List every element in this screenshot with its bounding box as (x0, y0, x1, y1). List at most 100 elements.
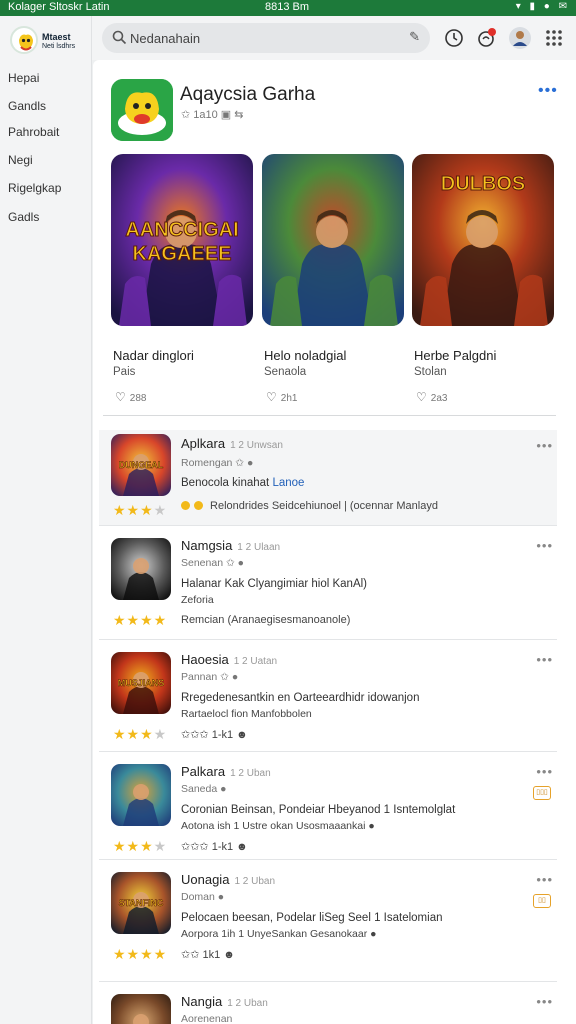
list-item-title[interactable]: Uonagia 1 2 Uban (181, 872, 275, 887)
sidebar-item-categories[interactable]: Rigelgkap (8, 181, 61, 195)
section-divider (103, 415, 556, 416)
list-item[interactable]: STANFINC Uonagia 1 2 Uban Doman ● Pelocae… (99, 860, 557, 982)
list-item-title[interactable]: Palkara 1 2 Uban (181, 764, 271, 779)
sidebar-item-cards[interactable]: Gadls (8, 210, 39, 224)
heart-icon: ♡ (416, 390, 427, 404)
list-item-category: Saneda ● (181, 783, 227, 795)
card-title[interactable]: Nadar dinglori (113, 348, 194, 363)
coin-icon (181, 501, 190, 510)
top-bar: Nedanahain ✎ (92, 16, 576, 60)
list-item-link[interactable]: Lanoe (272, 477, 304, 489)
logo-text: Mtaest Neti lsdhrs (42, 32, 76, 50)
clock-icon[interactable] (442, 26, 466, 50)
list-item[interactable]: Nangia 1 2 Uban Aorenenan ••• (99, 982, 557, 1024)
list-item-icon[interactable]: MUSJIANS (111, 652, 171, 714)
avatar[interactable] (508, 26, 532, 50)
list-item-category: Aorenenan (181, 1013, 233, 1024)
logo-mascot-icon (10, 26, 38, 54)
list-item-extra[interactable]: ✩✩✩ 1-k1 ☻ (181, 728, 248, 741)
list-item-category: Doman ● (181, 891, 225, 903)
sidebar-item-new[interactable]: Negi (8, 153, 33, 167)
search-input[interactable]: Nedanahain (130, 31, 200, 46)
apps-grid-icon[interactable] (542, 26, 566, 50)
coin-icon (194, 501, 203, 510)
list-item-icon[interactable] (111, 764, 171, 826)
list-item-description-2: Aorpora 1ih 1 UnyeSankan Gesanokaar ● (181, 928, 377, 940)
card-subtitle: Senaola (264, 366, 307, 378)
sidebar-item-top[interactable]: Pahrobait (8, 125, 59, 139)
featured-app-icon[interactable] (111, 79, 173, 141)
card-likes[interactable]: ♡ 288 (115, 390, 146, 404)
app-meta: ✩ 1a10 ▣ ⇆ (181, 109, 244, 121)
list-item-title[interactable]: Haoesia 1 2 Uatan (181, 652, 277, 667)
list-item-icon[interactable] (111, 994, 171, 1024)
status-icons: ▾ ▮ ● ✉ (515, 1, 570, 12)
voice-search-icon[interactable]: ✎ (409, 29, 420, 45)
card-thumbnail[interactable]: DULBOS (412, 154, 554, 326)
list-item-description-2: Aotona ish 1 Ustre okan Usosmaaankai ● (181, 820, 375, 832)
rating-stars: ★★★★ (113, 726, 168, 742)
list-item-art-text: DUNGEAL (119, 460, 164, 470)
search-icon (112, 30, 127, 45)
list-item-menu-button[interactable]: ••• (536, 994, 553, 1009)
list-item-menu-button[interactable]: ••• (536, 538, 553, 553)
list-item-description: Pelocaen beesan, Podelar liSeg Seel 1 Is… (181, 912, 443, 924)
list-item[interactable]: MUSJIANS Haoesia 1 2 Uatan Pannan ✩ ● Rre… (99, 640, 557, 752)
list-item-art-text: MUSJIANS (118, 678, 165, 688)
list-item[interactable]: Namgsia 1 2 Ulaan Senenan ✩ ● Halanar Kak… (99, 526, 557, 640)
app-logo[interactable]: Mtaest Neti lsdhrs (10, 24, 80, 62)
list-item-title[interactable]: Nangia 1 2 Uban (181, 994, 268, 1009)
search-bar[interactable]: Nedanahain ✎ (102, 23, 430, 53)
heart-icon: ♡ (115, 390, 126, 404)
list-item-description: Rregedenesantkin en Oarteeardhidr idowan… (181, 692, 420, 704)
list-item-description: Benocola kinahat Lanoe (181, 477, 305, 489)
list-item-extra[interactable]: Remcian (Aranaegisesmanoanole) (181, 614, 350, 626)
card-subtitle: Stolan (414, 366, 447, 378)
list-item-menu-button[interactable]: ••• (536, 872, 553, 887)
status-carrier: Kolager Sltoskr Latin (8, 1, 110, 13)
card-thumbnail[interactable]: AANCCIGAI KAGAEEE (111, 154, 253, 326)
list-item-category: Pannan ✩ ● (181, 671, 239, 683)
rating-stars: ★★★★ (113, 946, 168, 962)
list-item-title[interactable]: Aplkara 1 2 Unwsan (181, 436, 283, 451)
list-item[interactable]: Palkara 1 2 Uban Saneda ● Coronian Beinsa… (99, 752, 557, 860)
main-panel: Aqaycsia Garha ✩ 1a10 ▣ ⇆ ••• AANCCIGAI … (93, 60, 576, 1024)
list-item-icon[interactable]: STANFINC (111, 872, 171, 934)
list-item-description: Halanar Kak Clyangimiar hiol KanAl) (181, 578, 367, 590)
status-time: 8813 Bm (265, 1, 310, 13)
notification-icon[interactable] (474, 26, 498, 50)
list-item-menu-button[interactable]: ••• (536, 652, 553, 667)
rating-stars: ★★★★ (113, 838, 168, 854)
bookmark-badge-icon[interactable]: ▯▯▯ (533, 786, 551, 800)
card-title[interactable]: Herbe Palgdni (414, 348, 496, 363)
list-item-title[interactable]: Namgsia 1 2 Ulaan (181, 538, 280, 553)
list-item-extra[interactable]: Relondrides Seidcehiunoel | (ocennar Man… (181, 500, 438, 512)
list-item[interactable]: DUNGEAL Aplkara 1 2 Unwsan Romengan ✩ ● B… (99, 430, 557, 526)
list-item-category: Romengan ✩ ● (181, 457, 254, 469)
card-subtitle: Pais (113, 366, 136, 378)
list-item-icon[interactable]: DUNGEAL (111, 434, 171, 496)
sidebar: Mtaest Neti lsdhrs Hepai Gandls Pahrobai… (0, 16, 92, 1024)
sidebar-item-games[interactable]: Gandls (8, 99, 46, 113)
list-item-extra[interactable]: ✩✩ 1k1 ☻ (181, 948, 235, 961)
status-bar: Kolager Sltoskr Latin 8813 Bm ▾ ▮ ● ✉ (0, 0, 576, 16)
list-item-menu-button[interactable]: ••• (536, 764, 553, 779)
rating-stars: ★★★★ (113, 612, 168, 628)
list-item-icon[interactable] (111, 538, 171, 600)
card-title[interactable]: Helo noladgial (264, 348, 346, 363)
card-thumbnail[interactable] (262, 154, 404, 326)
sidebar-item-home[interactable]: Hepai (8, 71, 39, 85)
list-item-description-2: Zeforia (181, 594, 214, 606)
bookmark-badge-icon[interactable]: ▯▯ (533, 894, 551, 908)
card-likes[interactable]: ♡ 2h1 (266, 390, 297, 404)
card-likes[interactable]: ♡ 2a3 (416, 390, 447, 404)
list-item-menu-button[interactable]: ••• (536, 438, 553, 453)
list-item-description: Coronian Beinsan, Pondeiar Hbeyanod 1 Is… (181, 804, 456, 816)
more-options-button[interactable]: ••• (538, 82, 558, 100)
list-item-description-2: Rartaelocl fion Manfobbolen (181, 708, 312, 720)
app-title: Aqaycsia Garha (180, 84, 316, 105)
card-art-text: DULBOS (441, 173, 525, 195)
list-item-category: Senenan ✩ ● (181, 557, 245, 569)
list-item-extra[interactable]: ✩✩✩ 1-k1 ☻ (181, 840, 248, 853)
rating-stars: ★★★★ (113, 502, 168, 518)
